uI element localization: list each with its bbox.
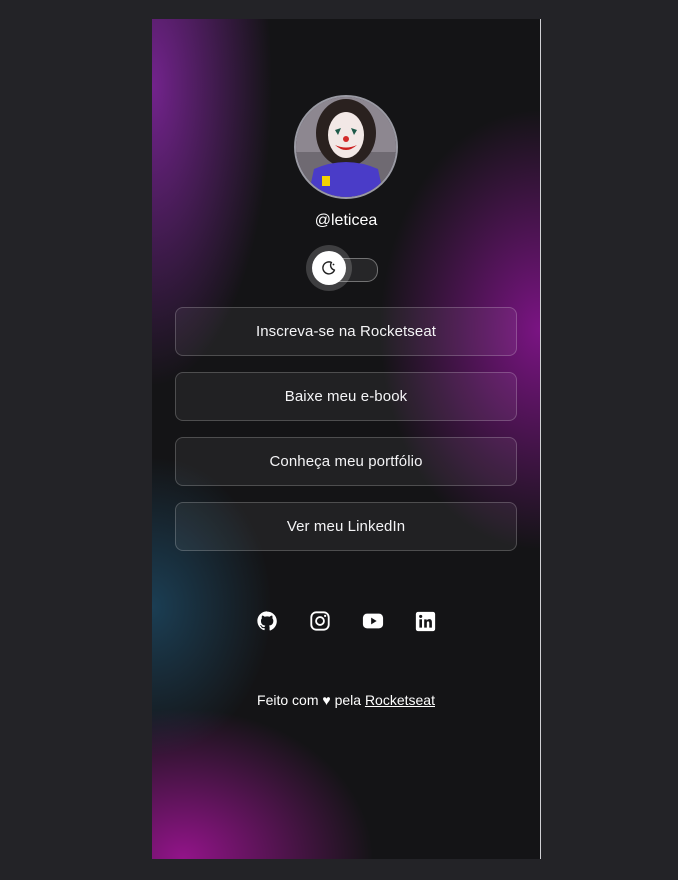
- link-label: Conheça meu portfólio: [269, 453, 423, 470]
- moon-icon: [322, 261, 336, 275]
- instagram-link[interactable]: [308, 609, 332, 633]
- link-label: Baixe meu e-book: [284, 388, 408, 405]
- link-label: Ver meu LinkedIn: [286, 518, 406, 535]
- avatar: [294, 95, 398, 199]
- github-icon: [256, 611, 277, 631]
- link-button-ebook[interactable]: Baixe meu e-book: [175, 372, 517, 421]
- link-label: Inscreva-se na Rocketseat: [255, 323, 437, 340]
- social-links: [152, 609, 540, 633]
- linkedin-icon: [415, 611, 436, 631]
- link-button-portfolio[interactable]: Conheça meu portfólio: [175, 437, 517, 486]
- footer-text: Feito com ♥ pela: [257, 692, 365, 708]
- github-link[interactable]: [255, 609, 279, 633]
- youtube-link[interactable]: [361, 609, 385, 633]
- rocketseat-link[interactable]: Rocketseat: [365, 692, 435, 708]
- instagram-icon: [309, 611, 330, 631]
- link-list: Inscreva-se na Rocketseat Baixe meu e-bo…: [175, 307, 517, 567]
- footer: Feito com ♥ pela Rocketseat: [152, 692, 540, 708]
- linkedin-link[interactable]: [414, 609, 438, 633]
- theme-toggle-knob[interactable]: [312, 251, 346, 285]
- username: @leticea: [314, 212, 378, 229]
- avatar-photo: [296, 97, 396, 197]
- link-button-linkedin[interactable]: Ver meu LinkedIn: [175, 502, 517, 551]
- linktree-page: @leticea Inscreva-se na Rocketseat Baixe…: [152, 19, 541, 859]
- link-button-rocketseat[interactable]: Inscreva-se na Rocketseat: [175, 307, 517, 356]
- youtube-icon: [362, 613, 383, 629]
